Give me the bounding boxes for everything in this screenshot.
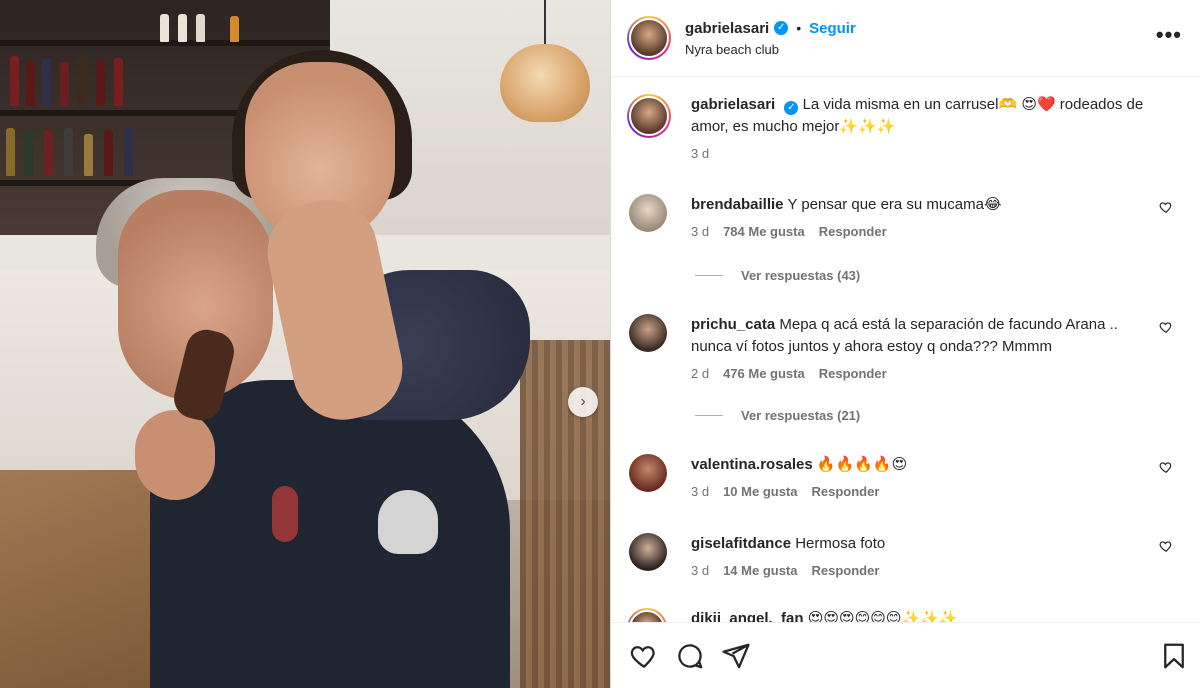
commenter-avatar[interactable] [629,454,667,492]
caption-time: 3 d [691,146,710,161]
commenter-avatar[interactable] [629,314,667,352]
comments-list[interactable]: gabrielasari ✓ La vida misma en un carru… [611,78,1200,623]
heart-icon[interactable] [1159,200,1173,214]
reply-button[interactable]: Responder [819,366,887,381]
comment-text: Y pensar que era su mucama😂 [787,196,1002,213]
heart-icon[interactable] [1159,539,1173,553]
wooden-chair [520,340,610,688]
comment-text: 🔥🔥🔥🔥😍 [816,456,908,473]
author-avatar[interactable] [627,16,671,60]
bookmark-icon[interactable] [1159,641,1189,671]
reply-button[interactable]: Responder [812,484,880,499]
pendant-lamp [500,44,590,122]
heart-icon[interactable] [1159,460,1173,474]
post-sidebar: gabrielasari ✓ • Seguir Nyra beach club … [610,0,1200,688]
comment-likes[interactable]: 476 Me gusta [723,366,805,381]
comment-time: 2 d [691,366,710,381]
view-replies-button[interactable]: Ver respuestas (21) [695,408,860,423]
comment-likes[interactable]: 10 Me gusta [723,484,797,499]
next-photo-button[interactable]: › [568,387,598,417]
view-replies-button[interactable]: Ver respuestas (43) [695,268,860,283]
reply-button[interactable]: Responder [812,563,880,578]
commenter-avatar[interactable] [629,533,667,571]
caption-username[interactable]: gabrielasari [691,96,775,113]
action-bar [611,622,1200,688]
post-header: gabrielasari ✓ • Seguir Nyra beach club … [611,0,1200,77]
more-options-icon[interactable]: ••• [1156,22,1182,48]
comment-time: 3 d [691,563,710,578]
commenter-avatar[interactable] [627,608,667,623]
heart-icon[interactable] [1159,320,1173,334]
comment-username[interactable]: valentina.rosales [691,456,813,473]
share-icon[interactable] [721,641,751,671]
comment-username[interactable]: prichu_cata [691,316,775,333]
view-replies-label: Ver respuestas (21) [741,408,861,423]
verified-badge-icon: ✓ [784,101,799,115]
reply-button[interactable]: Responder [819,224,887,239]
comment-icon[interactable] [675,641,705,671]
verified-badge-icon: ✓ [774,21,789,35]
heart-icon[interactable] [629,641,659,671]
comment-username[interactable]: brendabaillie [691,196,784,213]
separator-dot: • [796,20,802,36]
comment-text: Hermosa foto [795,535,886,552]
comment-likes[interactable]: 14 Me gusta [723,563,797,578]
comment-time: 3 d [691,224,710,239]
post-location[interactable]: Nyra beach club [685,42,856,57]
comment-username[interactable]: giselafitdance [691,535,791,552]
author-username[interactable]: gabrielasari [685,20,769,37]
view-replies-label: Ver respuestas (43) [741,268,861,283]
comment-time: 3 d [691,484,710,499]
caption-avatar[interactable] [627,94,671,138]
instagram-post-view: › gabrielasari ✓ • Seguir Nyra beach clu… [0,0,1200,688]
comment-likes[interactable]: 784 Me gusta [723,224,805,239]
follow-button[interactable]: Seguir [809,20,856,37]
commenter-avatar[interactable] [629,194,667,232]
shirt-wolf-logo [378,490,438,554]
post-photo[interactable]: › [0,0,610,688]
chevron-right-icon: › [580,393,586,410]
